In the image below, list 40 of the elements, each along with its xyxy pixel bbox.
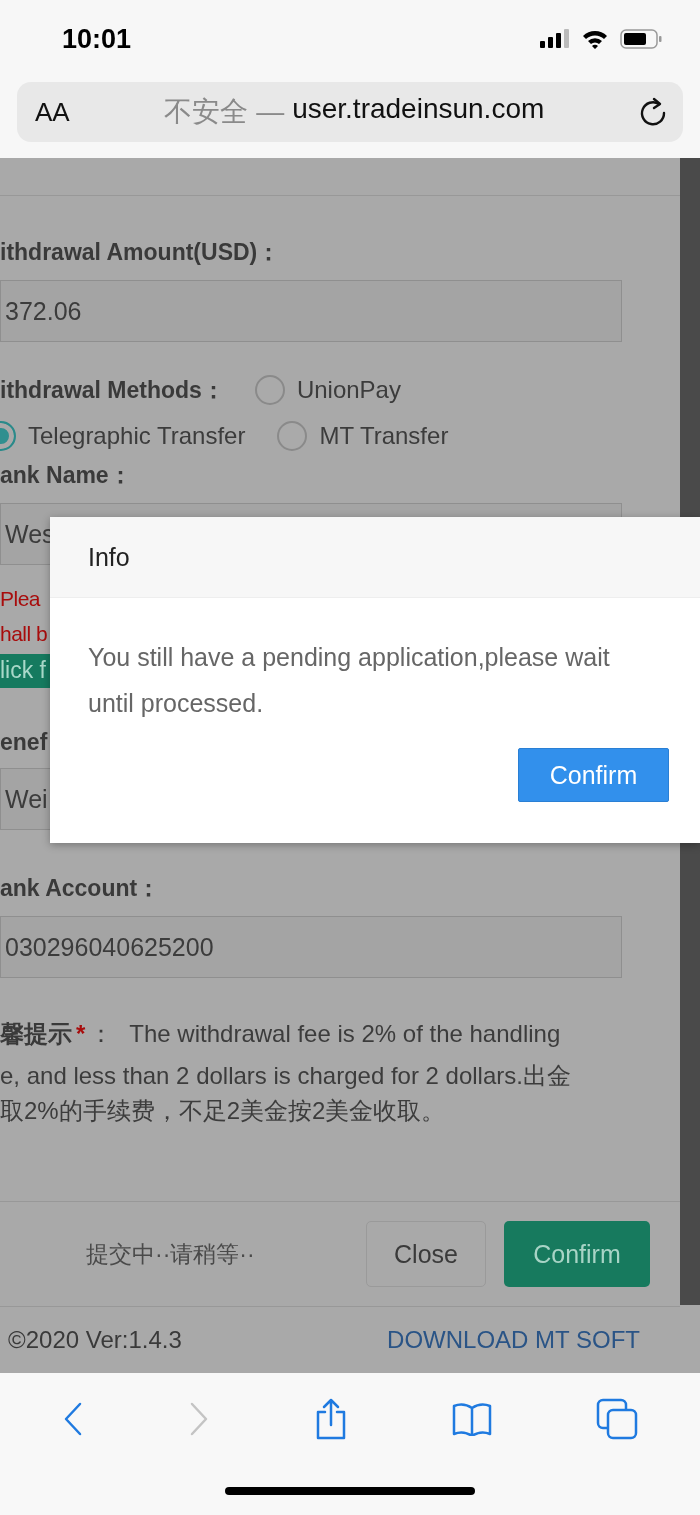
signal-icon (540, 29, 570, 49)
submitting-text: 提交中··请稍等·· (86, 1239, 256, 1269)
battery-icon (620, 29, 662, 49)
close-button[interactable]: Close (366, 1221, 486, 1287)
note-text: 取2%的手续费，不足2美金按2美金收取。 (0, 1096, 447, 1126)
dialog-confirm-button[interactable]: Confirm (518, 748, 669, 802)
radio-button[interactable] (254, 375, 285, 405)
copyright-text: ©2020 Ver:1.4.3 (8, 1326, 182, 1354)
field-label: enef (0, 728, 49, 757)
text-size-button[interactable]: AA (35, 96, 70, 128)
back-icon[interactable] (62, 1401, 84, 1437)
field-label: ithdrawal Amount(USD)： (0, 238, 282, 267)
reload-icon[interactable] (639, 97, 667, 127)
bank-account-field[interactable]: 030296040625200 (0, 916, 622, 978)
tabs-icon[interactable] (596, 1398, 638, 1440)
url-text[interactable]: user.tradeinsun.com (292, 93, 545, 131)
field-label: ank Name： (0, 461, 133, 490)
bookmarks-icon[interactable] (452, 1402, 492, 1436)
confirm-button[interactable]: Confirm (504, 1221, 650, 1287)
note-label: 馨提示 (0, 1019, 72, 1049)
radio-label: UnionPay (296, 376, 401, 404)
field-label: ank Account： (0, 874, 162, 903)
status-time: 10:01 (62, 23, 132, 55)
field-label: ithdrawal Methods： (0, 376, 225, 405)
required-mark: * (76, 1020, 86, 1048)
share-icon[interactable] (314, 1398, 348, 1440)
amount-field[interactable]: 372.06 (0, 280, 622, 342)
radio-label: MT Transfer (319, 422, 449, 450)
dialog-title: Info (88, 542, 130, 572)
wifi-icon (582, 29, 608, 49)
note-text: The withdrawal fee is 2% of the handling (129, 1019, 561, 1049)
warning-text: hall b (0, 621, 48, 647)
radio-button[interactable] (277, 421, 308, 451)
security-warning: 不安全 — (164, 95, 285, 129)
dialog-message: You still have a pending application,please wait until processed. (88, 642, 611, 719)
note-colon: ： (89, 1019, 114, 1049)
download-link[interactable]: DOWNLOAD MT SOFT (387, 1326, 640, 1354)
warning-text: Plea (0, 586, 41, 612)
note-text: e, and less than 2 dollars is charged for 2 dollars.出金 (0, 1061, 572, 1091)
radio-label: Telegraphic Transfer (28, 422, 246, 450)
